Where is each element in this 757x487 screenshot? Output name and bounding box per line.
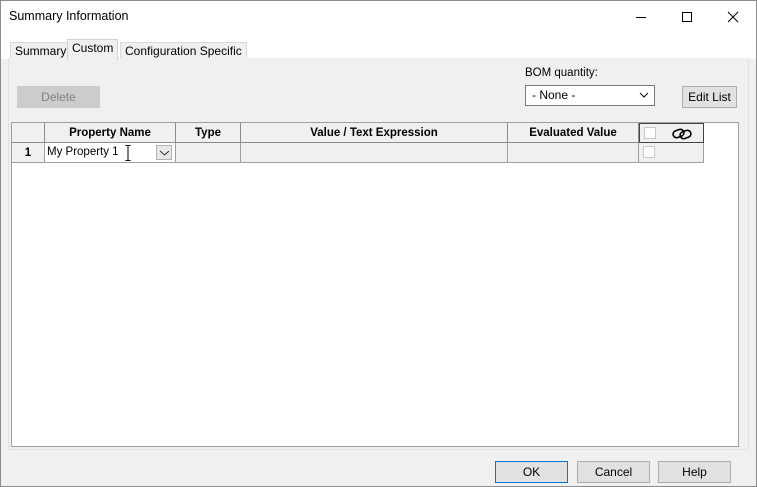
text-cursor-icon [125, 145, 131, 161]
tab-custom[interactable]: Custom [67, 39, 119, 60]
property-name-dropdown-button[interactable] [156, 145, 172, 160]
bom-quantity-value: - None - [532, 88, 576, 102]
ok-button[interactable]: OK [495, 461, 568, 483]
link-cell [639, 143, 704, 163]
summary-information-dialog: Summary Information Summary Custom Confi… [0, 0, 757, 487]
title-bar: Summary Information [1, 1, 756, 32]
column-header-link [639, 123, 704, 143]
tab-summary[interactable]: Summary [10, 42, 72, 59]
dialog-button-bar: OK Cancel Help [1, 451, 756, 486]
maximize-icon [682, 11, 692, 22]
help-button[interactable]: Help [658, 461, 731, 483]
column-header-property-name[interactable]: Property Name [45, 123, 176, 143]
cancel-button[interactable]: Cancel [577, 461, 650, 483]
chevron-down-icon [159, 150, 170, 156]
select-all-checkbox[interactable] [644, 127, 656, 139]
maximize-button[interactable] [665, 1, 709, 32]
column-header-type[interactable]: Type [176, 123, 241, 143]
evaluated-value-cell [508, 143, 639, 163]
window-title: Summary Information [9, 9, 129, 23]
chevron-down-icon [639, 92, 649, 98]
close-icon [727, 11, 739, 22]
delete-button[interactable]: Delete [17, 86, 100, 108]
bom-quantity-select[interactable]: - None - [525, 85, 655, 106]
close-button[interactable] [711, 1, 755, 32]
row-link-checkbox[interactable] [643, 146, 655, 158]
minimize-button[interactable] [619, 1, 663, 32]
column-header-evaluated-value[interactable]: Evaluated Value [508, 123, 639, 143]
property-name-cell[interactable]: My Property 1 [45, 143, 176, 163]
type-cell[interactable] [176, 143, 241, 163]
bom-quantity-label: BOM quantity: [525, 67, 598, 79]
custom-properties-table: Property Name Type Value / Text Expressi… [11, 122, 739, 447]
minimize-icon [636, 16, 646, 18]
value-text-expression-cell[interactable] [241, 143, 508, 163]
column-header-value-text-expression[interactable]: Value / Text Expression [241, 123, 508, 143]
edit-list-button[interactable]: Edit List [682, 86, 737, 108]
row-number[interactable]: 1 [12, 143, 45, 163]
property-name-input[interactable]: My Property 1 [47, 146, 119, 158]
row-header-corner[interactable] [12, 123, 45, 143]
tab-strip: Summary Custom Configuration Specific [1, 32, 756, 60]
tab-configuration-specific[interactable]: Configuration Specific [120, 42, 247, 59]
link-icon[interactable] [672, 128, 692, 140]
